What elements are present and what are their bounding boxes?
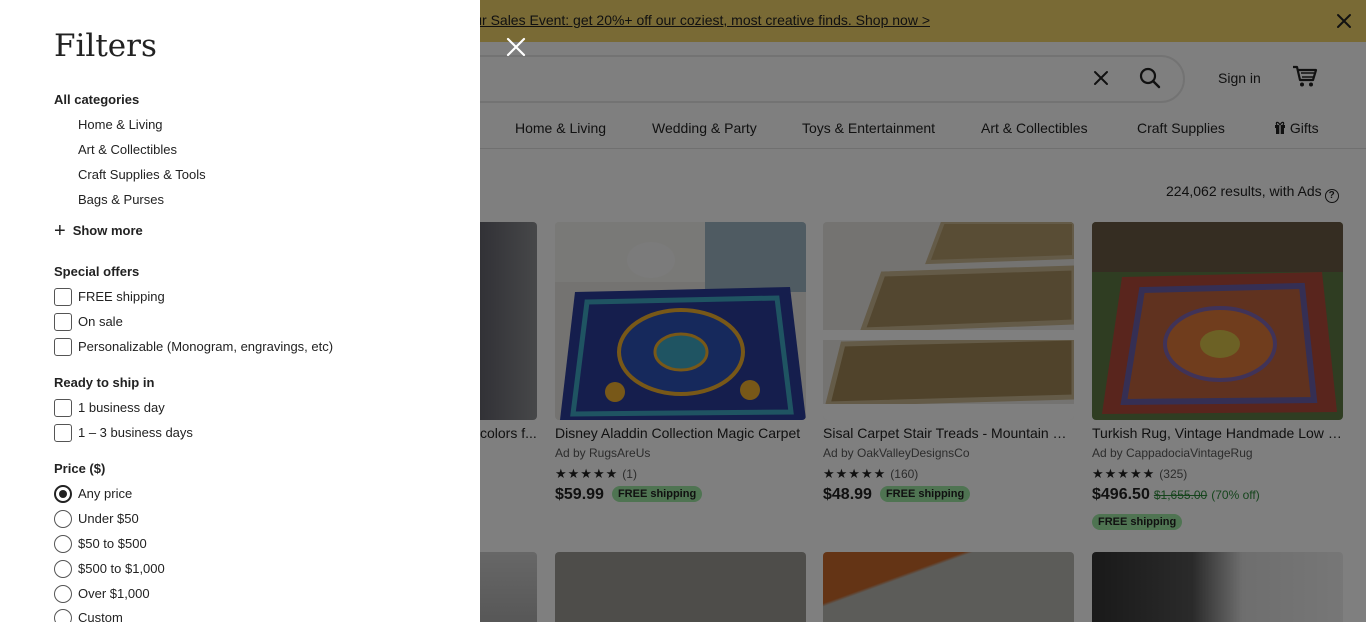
filters-title: Filters [54,28,157,64]
price-over-1000-radio[interactable]: Over $1,000 [54,585,354,605]
checkbox[interactable] [54,399,72,417]
option-label: Any price [78,486,133,501]
radio[interactable] [54,560,72,578]
price-heading: Price ($) [54,461,106,476]
plus-icon: + [54,220,66,242]
radio[interactable] [54,609,72,622]
option-label: On sale [78,314,123,329]
option-label: Personalizable (Monogram, engravings, et… [78,339,334,354]
option-label: FREE shipping [78,289,165,304]
price-50-500-radio[interactable]: $50 to $500 [54,535,354,555]
all-categories-heading[interactable]: All categories [54,92,139,107]
special-offers-heading: Special offers [54,264,140,279]
show-more-button[interactable]: + Show more [54,220,143,242]
category-link[interactable]: Home & Living [78,117,163,132]
price-under-50-radio[interactable]: Under $50 [54,510,354,530]
checkbox[interactable] [54,313,72,331]
on-sale-checkbox[interactable]: On sale [54,313,354,333]
close-icon[interactable] [505,36,527,58]
price-500-1000-radio[interactable]: $500 to $1,000 [54,560,354,580]
radio[interactable] [54,510,72,528]
option-label: $50 to $500 [78,536,147,551]
ship-1-day-checkbox[interactable]: 1 business day [54,399,354,419]
checkbox[interactable] [54,288,72,306]
free-shipping-checkbox[interactable]: FREE shipping [54,288,354,308]
category-link[interactable]: Art & Collectibles [78,142,177,157]
category-link[interactable]: Craft Supplies & Tools [78,167,206,182]
option-label: Over $1,000 [78,586,150,601]
checkbox[interactable] [54,424,72,442]
radio-selected[interactable] [54,485,72,503]
option-label: 1 business day [78,400,165,415]
price-custom-radio[interactable]: Custom [54,609,354,622]
ship-1-3-days-checkbox[interactable]: 1 – 3 business days [54,424,354,444]
filters-panel: Filters All categories Home & Living Art… [0,0,480,622]
ready-to-ship-heading: Ready to ship in [54,375,155,390]
personalizable-checkbox[interactable]: Personalizable (Monogram, engravings, et… [54,338,414,358]
radio[interactable] [54,585,72,603]
checkbox[interactable] [54,338,72,356]
option-label: $500 to $1,000 [78,561,165,576]
option-label: 1 – 3 business days [78,425,193,440]
option-label: Under $50 [78,511,139,526]
radio[interactable] [54,535,72,553]
option-label: Custom [78,610,123,622]
category-link[interactable]: Bags & Purses [78,192,164,207]
price-any-radio[interactable]: Any price [54,485,354,505]
show-more-label: Show more [72,223,143,238]
